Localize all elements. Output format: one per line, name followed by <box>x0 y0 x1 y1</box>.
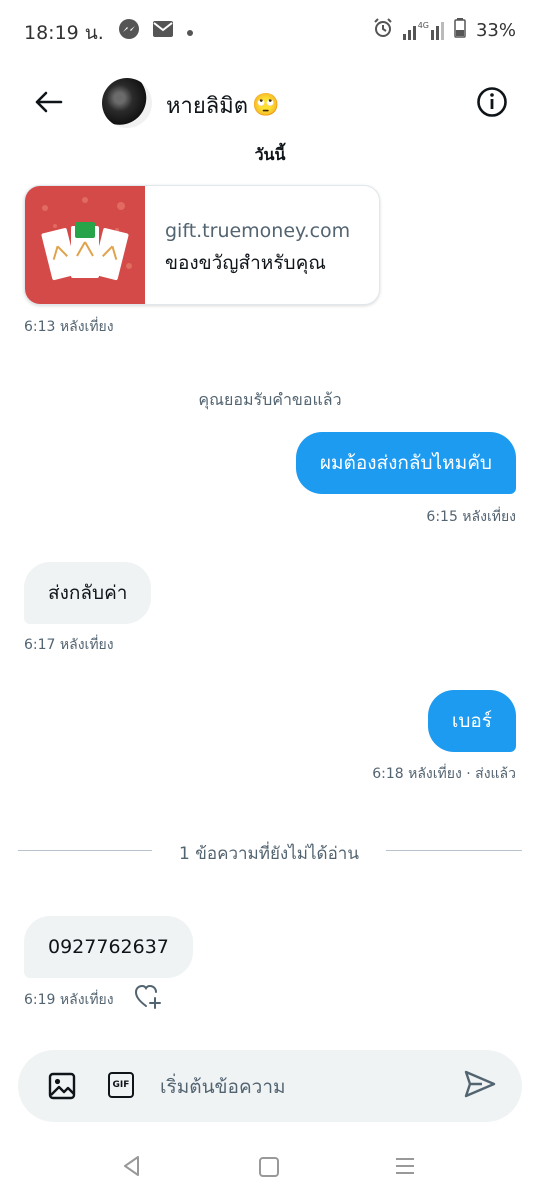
message-composer: GIF <box>18 1050 522 1122</box>
gif-label: GIF <box>112 1080 130 1090</box>
heart-plus-icon <box>134 984 162 1014</box>
message-bubble-incoming[interactable]: ส่งกลับค่า <box>24 562 152 624</box>
message-bubble-outgoing[interactable]: เบอร์ <box>427 690 516 752</box>
link-preview-card[interactable]: gift.truemoney.com ของขวัญสำหรับคุณ <box>24 185 380 305</box>
info-icon <box>476 86 508 122</box>
status-time: 18:19 น. <box>24 22 104 44</box>
send-button[interactable] <box>464 1070 498 1102</box>
date-label: วันนี้ <box>254 145 286 164</box>
battery-percent: 33% <box>475 20 516 41</box>
message-timestamp: 6:19 หลังเที่ยง <box>24 992 114 1008</box>
message-text: เบอร์ <box>451 710 492 732</box>
message-bubble-incoming[interactable]: 0927762637 <box>24 916 193 978</box>
message-text: ส่งกลับค่า <box>48 582 128 604</box>
mail-icon <box>152 20 174 42</box>
divider-line <box>18 850 152 851</box>
nav-back-button[interactable] <box>120 1154 144 1182</box>
nav-recents-icon <box>394 1158 416 1181</box>
message-input[interactable] <box>158 1068 452 1106</box>
unread-divider-label: 1 ข้อความที่ยังไม่ได้อ่าน <box>179 844 359 864</box>
message-timestamp: 6:15 หลังเที่ยง <box>426 509 516 525</box>
signal-icon: 4G <box>402 20 444 40</box>
send-icon <box>464 1070 496 1102</box>
alarm-icon <box>373 18 393 43</box>
message-bubble-outgoing[interactable]: ผมต้องส่งกลับไหมคับ <box>295 432 516 494</box>
messenger-icon <box>118 18 140 44</box>
message-text: ผมต้องส่งกลับไหมคับ <box>319 452 492 474</box>
back-arrow-icon <box>33 90 63 118</box>
rolling-eyes-emoji-icon: 🙄 <box>252 93 280 118</box>
message-timestamp: 6:13 หลังเที่ยง <box>24 319 114 335</box>
network-label: 4G <box>417 20 429 30</box>
battery-icon <box>454 18 466 43</box>
message-text: 0927762637 <box>48 936 169 958</box>
message-timestamp: 6:18 หลังเที่ยง · ส่งแล้ว <box>372 766 516 782</box>
react-heart-button[interactable] <box>134 984 162 1014</box>
nav-back-icon <box>120 1156 144 1182</box>
contact-name[interactable]: หายลิมิต 🙄 <box>166 88 279 123</box>
divider-line <box>386 850 522 851</box>
avatar[interactable] <box>102 78 152 128</box>
image-icon <box>48 1072 76 1104</box>
back-button[interactable] <box>30 86 66 122</box>
gift-card-image <box>25 186 145 304</box>
link-title: ของขวัญสำหรับคุณ <box>165 252 326 274</box>
add-gif-button[interactable]: GIF <box>108 1072 136 1100</box>
contact-name-text: หายลิมิต <box>166 94 249 119</box>
nav-recents-button[interactable] <box>394 1155 416 1181</box>
status-right: 4G 33% <box>373 18 516 43</box>
info-button[interactable] <box>472 84 512 124</box>
status-notification-icons <box>118 18 194 44</box>
nav-home-button[interactable] <box>258 1156 280 1182</box>
dot-icon <box>186 22 194 41</box>
link-domain: gift.truemoney.com <box>165 220 351 242</box>
gif-icon: GIF <box>108 1072 134 1098</box>
system-message: คุณยอมรับคำขอแล้ว <box>198 390 342 409</box>
add-image-button[interactable] <box>48 1072 76 1100</box>
nav-home-icon <box>258 1157 280 1182</box>
message-timestamp: 6:17 หลังเที่ยง <box>24 637 114 653</box>
